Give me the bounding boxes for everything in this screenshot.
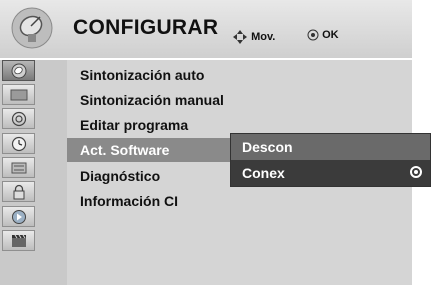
sidebar-item-input[interactable] [2, 206, 35, 227]
menu-item-auto-tuning[interactable]: Sintonización auto [67, 63, 204, 87]
menu-item-software-update[interactable]: Act. Software [67, 138, 230, 162]
radio-selected-icon [410, 166, 422, 178]
option-on[interactable]: Conex [231, 160, 430, 186]
sidebar-item-lock[interactable] [2, 181, 35, 202]
menu-item-diagnostics[interactable]: Diagnóstico [67, 164, 160, 188]
navigation-arrows-icon [233, 30, 247, 44]
audio-icon [11, 111, 26, 126]
menu-header: CONFIGURAR Mov. OK [0, 0, 412, 60]
input-icon [11, 209, 26, 224]
menu-item-edit-program[interactable]: Editar programa [67, 113, 188, 137]
option-off[interactable]: Descon [231, 134, 430, 160]
clock-icon [11, 136, 26, 151]
satellite-dish-icon [11, 63, 26, 78]
lock-icon [13, 184, 24, 199]
sidebar-item-picture[interactable] [2, 84, 35, 105]
ok-hint: OK [307, 29, 339, 41]
move-hint-label: Mov. [251, 31, 276, 43]
page-title: CONFIGURAR [73, 16, 219, 39]
category-sidebar [0, 60, 67, 285]
option-on-label: Conex [242, 165, 285, 181]
sidebar-item-usb[interactable] [2, 230, 35, 251]
software-update-submenu: Descon Conex [230, 133, 431, 187]
option-off-label: Descon [242, 139, 293, 155]
usb-icon [11, 234, 26, 247]
ok-button-icon [307, 29, 319, 41]
move-hint: Mov. [232, 29, 275, 45]
sidebar-item-option[interactable] [2, 157, 35, 178]
picture-icon [10, 89, 27, 100]
sidebar-item-channel[interactable] [2, 60, 35, 81]
ok-hint-label: OK [322, 29, 339, 42]
menu-item-manual-tuning[interactable]: Sintonización manual [67, 88, 224, 112]
satellite-dish-icon [11, 7, 53, 49]
sidebar-item-time[interactable] [2, 133, 35, 154]
sidebar-item-audio[interactable] [2, 108, 35, 129]
option-icon [11, 162, 26, 173]
menu-item-ci-info[interactable]: Información CI [67, 189, 178, 213]
